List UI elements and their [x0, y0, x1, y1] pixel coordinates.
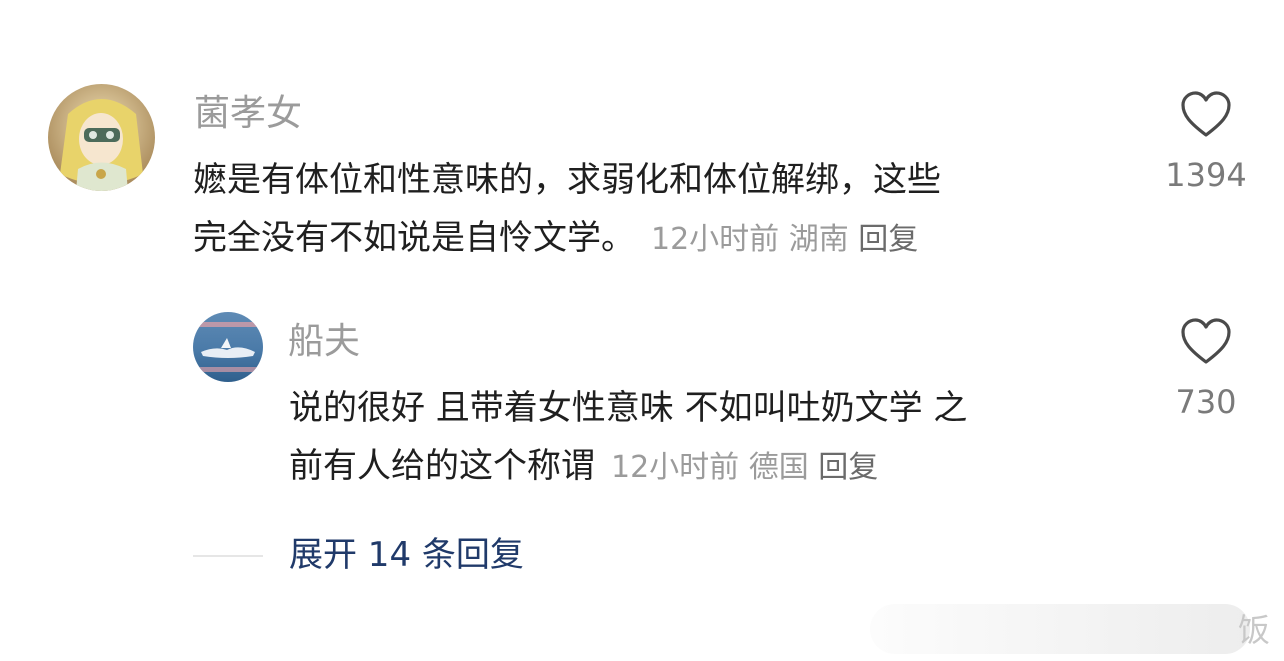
comment-text-line: 完全没有不如说是自怜文学。 — [193, 218, 635, 258]
comment-text-line-with-meta: 前有人给的这个称谓 12小时前 德国 回复 — [289, 437, 967, 495]
comment-text-line-with-meta: 完全没有不如说是自怜文学。 12小时前 湖南 回复 — [193, 209, 941, 267]
like-button[interactable]: 1394 — [1146, 91, 1266, 195]
comment-location: 德国 — [748, 450, 809, 485]
comment-text-line: 嬷是有体位和性意味的，求弱化和体位解绑，这些 — [193, 160, 941, 200]
expand-divider — [193, 555, 263, 557]
watermark-bar — [870, 604, 1250, 654]
avatar[interactable] — [48, 84, 155, 191]
comment-text-line: 前有人给的这个称谓 — [289, 446, 595, 486]
comment-meta: 12小时前 德国 回复 — [611, 450, 878, 485]
heart-outline-icon — [1181, 91, 1231, 137]
comment-time: 12小时前 — [651, 222, 780, 257]
comment-body: 嬷是有体位和性意味的，求弱化和体位解绑，这些 完全没有不如说是自怜文学。 12小时… — [193, 151, 941, 267]
comment-text-line: 说的很好 且带着女性意味 不如叫吐奶文学 之 — [289, 388, 968, 428]
comment-username[interactable]: 船夫 — [288, 320, 360, 364]
comment-meta: 12小时前 湖南 回复 — [651, 222, 918, 257]
like-count: 1394 — [1165, 156, 1247, 194]
comment-time: 12小时前 — [611, 450, 740, 485]
heart-outline-icon — [1181, 318, 1231, 364]
reply-button[interactable]: 回复 — [818, 450, 878, 485]
reply-button[interactable]: 回复 — [858, 222, 918, 257]
like-count: 730 — [1175, 383, 1237, 421]
expand-replies-link[interactable]: 展开 14 条回复 — [289, 533, 524, 577]
avatar[interactable] — [193, 312, 263, 382]
comment-body: 说的很好 且带着女性意味 不如叫吐奶文学 之 前有人给的这个称谓 12小时前 德国… — [289, 379, 967, 495]
comment-username[interactable]: 菌孝女 — [194, 92, 302, 136]
watermark-text: 饭 — [1238, 611, 1271, 649]
like-button[interactable]: 730 — [1146, 318, 1266, 422]
comment-location: 湖南 — [788, 222, 849, 257]
